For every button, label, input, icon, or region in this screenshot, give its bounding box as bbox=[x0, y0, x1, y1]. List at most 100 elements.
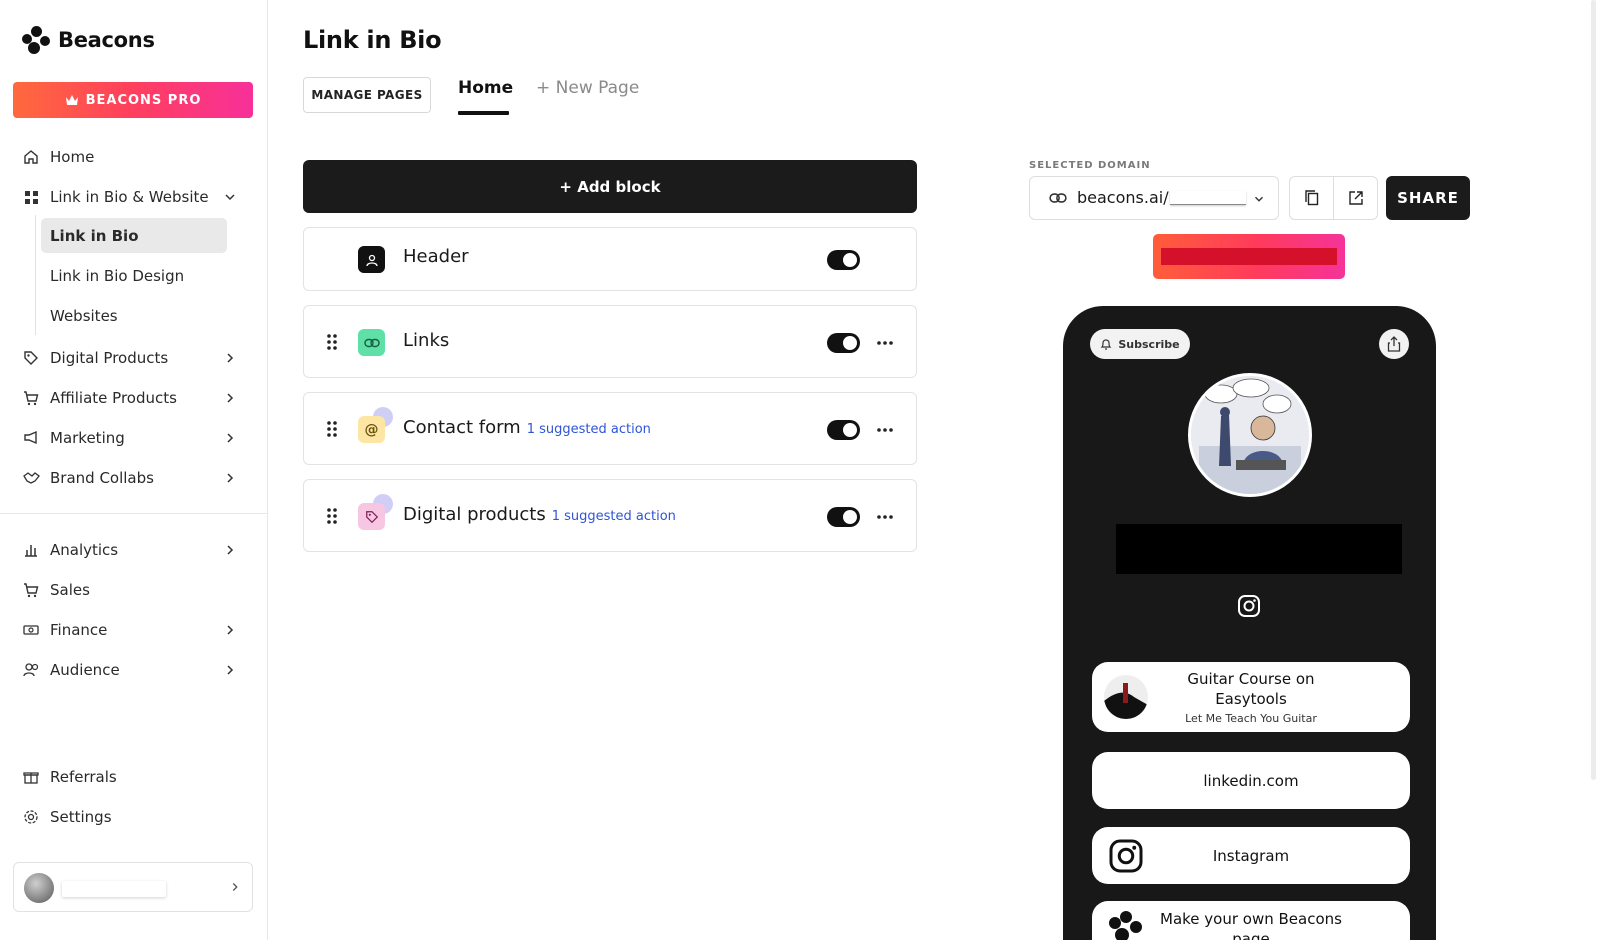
drag-handle-icon[interactable] bbox=[326, 420, 338, 438]
sidebar-item-link-in-bio-website[interactable]: Link in Bio & Website bbox=[22, 181, 246, 213]
sidebar-item-label: Audience bbox=[50, 661, 120, 679]
subscribe-label: Subscribe bbox=[1118, 337, 1180, 351]
sidebar-item-brand-collabs[interactable]: Brand Collabs bbox=[22, 462, 246, 494]
tag-icon bbox=[358, 503, 385, 530]
block-toggle[interactable] bbox=[827, 507, 860, 527]
sidebar-item-finance[interactable]: Finance bbox=[22, 614, 246, 646]
block-header[interactable]: Header bbox=[303, 227, 917, 291]
sidebar-item-label: Settings bbox=[50, 808, 112, 826]
link-card-linkedin[interactable]: linkedin.com bbox=[1092, 752, 1410, 809]
block-toggle[interactable] bbox=[827, 250, 860, 270]
sidebar-item-label: Marketing bbox=[50, 429, 125, 447]
open-external-button[interactable] bbox=[1333, 176, 1378, 220]
selected-domain-label: SELECTED DOMAIN bbox=[1029, 160, 1151, 171]
beacons-logo-icon bbox=[1109, 911, 1142, 940]
more-options-icon[interactable] bbox=[876, 514, 894, 520]
people-icon bbox=[22, 661, 40, 679]
instagram-icon bbox=[1109, 839, 1143, 873]
sidebar-item-label: Link in Bio & Website bbox=[50, 188, 209, 206]
account-switcher[interactable] bbox=[13, 862, 253, 912]
chevron-down-icon bbox=[225, 194, 235, 201]
gear-icon bbox=[22, 808, 40, 826]
sidebar-item-label: Affiliate Products bbox=[50, 389, 177, 407]
person-icon bbox=[358, 246, 385, 273]
subscribe-button[interactable]: Subscribe bbox=[1090, 329, 1190, 359]
block-toggle[interactable] bbox=[827, 420, 860, 440]
block-digital-products[interactable]: Digital products 1 suggested action bbox=[303, 479, 917, 552]
profile-picture bbox=[1188, 373, 1312, 497]
beacons-pro-button[interactable]: BEACONS PRO bbox=[13, 82, 253, 118]
chevron-right-icon bbox=[227, 353, 234, 363]
beacons-logo-icon bbox=[22, 26, 50, 54]
chevron-down-icon bbox=[1255, 196, 1263, 202]
sidebar-item-label: Referrals bbox=[50, 768, 117, 786]
gift-icon bbox=[22, 768, 40, 786]
sidebar-subitem-link-in-bio[interactable]: Link in Bio bbox=[41, 218, 227, 253]
domain-value: beacons.ai/ bbox=[1077, 188, 1169, 207]
sidebar-subitem-link-in-bio-design[interactable]: Link in Bio Design bbox=[41, 258, 227, 293]
phone-share-button[interactable] bbox=[1379, 329, 1409, 359]
suggested-action-link[interactable]: 1 suggested action bbox=[552, 509, 676, 524]
add-block-button[interactable]: + Add block bbox=[303, 160, 917, 213]
sidebar-item-analytics[interactable]: Analytics bbox=[22, 534, 246, 566]
phone-preview: Subscribe Guitar Course on Easytools Let… bbox=[1063, 306, 1436, 940]
sidebar-item-label: Analytics bbox=[50, 541, 119, 559]
block-title-text: Contact form bbox=[403, 417, 521, 438]
sidebar-item-digital-products[interactable]: Digital Products bbox=[22, 342, 246, 374]
active-tab-indicator bbox=[458, 111, 509, 115]
sidebar-subitem-websites[interactable]: Websites bbox=[41, 298, 227, 333]
drag-handle-icon[interactable] bbox=[326, 507, 338, 525]
sidebar-item-label: Home bbox=[50, 148, 95, 166]
block-title: Links bbox=[403, 330, 450, 351]
share-button[interactable]: SHARE bbox=[1386, 176, 1470, 220]
home-icon bbox=[22, 148, 40, 166]
manage-pages-button[interactable]: MANAGE PAGES bbox=[303, 77, 431, 113]
promo-banner[interactable] bbox=[1153, 234, 1345, 279]
chevron-right-icon bbox=[227, 625, 234, 635]
tab-home[interactable]: Home bbox=[458, 78, 513, 98]
sidebar-item-label: Sales bbox=[50, 581, 90, 599]
redacted-domain-slug bbox=[1170, 191, 1246, 205]
block-title: Header bbox=[403, 246, 469, 267]
chevron-right-icon bbox=[227, 473, 234, 483]
page-scrollbar[interactable] bbox=[1591, 0, 1596, 780]
domain-select[interactable]: beacons.ai/ bbox=[1029, 176, 1279, 220]
block-toggle[interactable] bbox=[827, 333, 860, 353]
sidebar-item-referrals[interactable]: Referrals bbox=[22, 761, 246, 793]
instagram-icon[interactable] bbox=[1237, 594, 1261, 618]
link-card-guitar-course[interactable]: Guitar Course on Easytools Let Me Teach … bbox=[1092, 662, 1410, 732]
more-options-icon[interactable] bbox=[876, 427, 894, 433]
sidebar-item-audience[interactable]: Audience bbox=[22, 654, 246, 686]
redacted-profile-name bbox=[1116, 524, 1402, 574]
sidebar-item-marketing[interactable]: Marketing bbox=[22, 422, 246, 454]
sidebar-item-affiliate-products[interactable]: Affiliate Products bbox=[22, 382, 246, 414]
block-contact-form[interactable]: @ Contact form 1 suggested action bbox=[303, 392, 917, 465]
block-links[interactable]: Links bbox=[303, 305, 917, 378]
copy-icon bbox=[1304, 190, 1318, 206]
beacons-pro-label: BEACONS PRO bbox=[85, 92, 202, 108]
link-card-make-your-own[interactable]: Make your own Beacons page bbox=[1092, 901, 1410, 940]
megaphone-icon bbox=[22, 429, 40, 447]
link-icon bbox=[358, 329, 385, 356]
money-icon bbox=[22, 621, 40, 639]
tab-new-page[interactable]: + New Page bbox=[536, 78, 639, 98]
suggested-action-link[interactable]: 1 suggested action bbox=[527, 422, 651, 437]
sidebar-item-settings[interactable]: Settings bbox=[22, 801, 246, 833]
link-title: linkedin.com bbox=[1203, 771, 1299, 790]
chevron-right-icon bbox=[227, 545, 234, 555]
link-card-instagram[interactable]: Instagram bbox=[1092, 827, 1410, 884]
copy-link-button[interactable] bbox=[1289, 176, 1334, 220]
chevron-right-icon bbox=[227, 433, 234, 443]
drag-handle-icon[interactable] bbox=[326, 333, 338, 351]
at-sign-icon: @ bbox=[358, 416, 385, 443]
sidebar-item-label: Finance bbox=[50, 621, 108, 639]
more-options-icon[interactable] bbox=[876, 340, 894, 346]
sidebar-item-sales[interactable]: Sales bbox=[22, 574, 246, 606]
block-title: Digital products 1 suggested action bbox=[403, 504, 676, 525]
chevron-right-icon bbox=[232, 883, 238, 891]
guitar-thumbnail bbox=[1104, 675, 1148, 719]
brand-logo[interactable]: Beacons bbox=[22, 26, 155, 54]
bell-icon bbox=[1100, 338, 1112, 350]
sidebar-item-home[interactable]: Home bbox=[22, 141, 246, 173]
chevron-right-icon bbox=[227, 393, 234, 403]
